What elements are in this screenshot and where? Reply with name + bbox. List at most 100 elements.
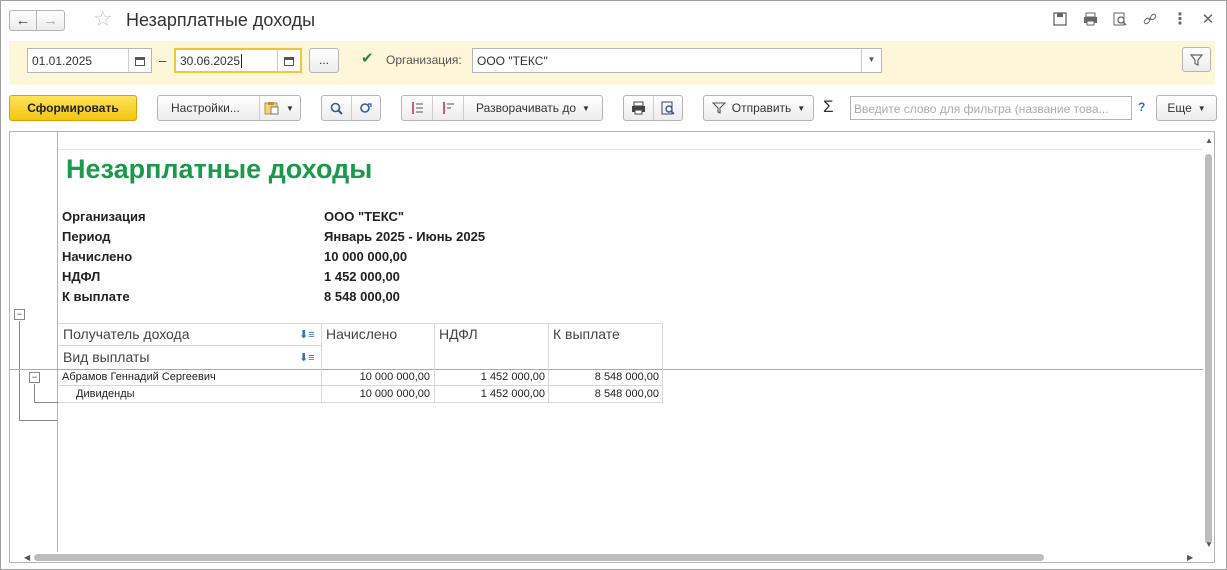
header-label: Организация	[62, 209, 146, 224]
text-cursor	[241, 54, 243, 68]
collapse-all-icon[interactable]	[402, 101, 432, 115]
date-to-field[interactable]: 30.06.2025	[174, 48, 302, 73]
column-header-payment-type[interactable]: Вид выплаты	[63, 349, 149, 365]
report-area[interactable]: Незарплатные доходы Организация ООО "ТЕК…	[9, 131, 1215, 563]
more-button[interactable]: Еще ▼	[1156, 95, 1217, 121]
search-group	[321, 95, 381, 121]
organization-label: Организация:	[386, 53, 462, 67]
group-outline-line	[34, 402, 58, 403]
generate-button[interactable]: Сформировать	[9, 95, 137, 121]
chevron-down-icon: ▼	[1197, 103, 1206, 113]
favorite-star-icon[interactable]: ☆	[93, 8, 113, 30]
row-to-pay[interactable]: 8 548 000,00	[549, 388, 659, 400]
find-icon[interactable]	[322, 102, 351, 115]
filter-icon[interactable]	[1182, 47, 1211, 72]
sum-icon[interactable]: Σ	[823, 97, 834, 117]
expand-to-button[interactable]: Разворачивать до	[464, 101, 576, 115]
back-arrow-icon: ←	[15, 12, 31, 29]
grouping-gutter	[10, 132, 58, 552]
filter-search-input[interactable]: Введите слово для фильтра (название това…	[850, 96, 1132, 120]
report-variant-icon	[264, 102, 279, 115]
vertical-scroll-thumb[interactable]	[1205, 154, 1212, 544]
column-header-recipient[interactable]: Получатель дохода	[63, 326, 190, 342]
header-label: НДФЛ	[62, 269, 101, 284]
column-header-accrued[interactable]: Начислено	[326, 326, 397, 342]
select-period-button[interactable]: ...	[309, 48, 339, 73]
column-header-ndfl[interactable]: НДФЛ	[439, 326, 478, 342]
column-header-to-pay[interactable]: К выплате	[553, 326, 620, 342]
link-icon[interactable]	[1141, 10, 1159, 28]
grouping-group: Разворачивать до ▼	[401, 95, 603, 121]
group-outline-line	[19, 420, 57, 421]
back-button[interactable]: ←	[9, 10, 37, 31]
window-title: Незарплатные доходы	[126, 10, 316, 30]
send-button[interactable]: Отправить ▼	[703, 95, 814, 121]
collapse-row-button[interactable]: −	[29, 372, 40, 383]
variant-dropdown-button[interactable]: ▼	[260, 101, 294, 115]
print-icon[interactable]	[624, 101, 653, 115]
calendar-icon[interactable]	[128, 49, 151, 72]
table-gridline	[662, 323, 663, 403]
header-value: 1 452 000,00	[324, 269, 400, 284]
date-from-field[interactable]: 01.01.2025	[27, 48, 152, 73]
vertical-scrollbar[interactable]: ▲ ▼	[1203, 132, 1214, 552]
report-window: ← → ☆ Незарплатные доходы ⋮ ✕ 01.01.2025…	[0, 0, 1227, 570]
horizontal-scrollbar[interactable]: ◀ ▶	[24, 552, 1204, 562]
forward-arrow-icon: →	[43, 12, 58, 29]
save-icon[interactable]	[1051, 10, 1069, 28]
send-label: Отправить	[731, 101, 792, 115]
table-header-separator	[10, 369, 1203, 370]
organization-checkbox[interactable]: ✔	[361, 51, 376, 67]
group-outline-line	[19, 321, 20, 420]
table-gridline	[58, 345, 322, 346]
date-separator: –	[159, 53, 167, 68]
scroll-left-icon[interactable]: ◀	[24, 553, 30, 562]
header-label: К выплате	[62, 289, 130, 304]
row-accrued[interactable]: 10 000 000,00	[322, 371, 430, 383]
chevron-down-icon: ▼	[582, 103, 590, 113]
print-icon[interactable]	[1081, 10, 1099, 28]
scroll-right-icon[interactable]: ▶	[1187, 553, 1193, 562]
scroll-up-icon[interactable]: ▲	[1205, 136, 1213, 145]
help-icon[interactable]: ?	[1138, 100, 1145, 114]
preview-icon[interactable]	[1111, 10, 1129, 28]
report-title: Незарплатные доходы	[66, 154, 373, 184]
sort-icon[interactable]: ⬇≡	[299, 328, 315, 341]
settings-button[interactable]: Настройки...	[158, 101, 259, 115]
print-group	[623, 95, 683, 121]
row-to-pay[interactable]: 8 548 000,00	[549, 371, 659, 383]
preview-icon[interactable]	[654, 101, 683, 115]
top-ruler	[58, 132, 1203, 150]
chevron-down-icon: ▼	[286, 103, 294, 113]
close-icon[interactable]: ✕	[1199, 10, 1217, 28]
filter-bar: 01.01.2025 – 30.06.2025 ... ✔ Организаци…	[9, 41, 1215, 85]
table-gridline	[58, 402, 662, 403]
sort-icon[interactable]: ⬇≡	[299, 351, 315, 364]
more-label: Еще	[1167, 101, 1192, 115]
date-to-value: 30.06.2025	[180, 54, 241, 68]
header-value: Январь 2025 - Июнь 2025	[324, 229, 486, 244]
chevron-down-icon: ▼	[797, 103, 806, 113]
table-gridline	[58, 323, 662, 324]
horizontal-scroll-thumb[interactable]	[34, 554, 1044, 561]
row-payment-type[interactable]: Дивиденды	[76, 388, 135, 400]
settings-group: Настройки... ▼	[157, 95, 301, 121]
expand-all-icon[interactable]	[433, 101, 463, 115]
calendar-icon[interactable]	[277, 50, 300, 71]
header-label: Начислено	[62, 249, 133, 264]
collapse-group-button[interactable]: −	[14, 309, 25, 320]
chevron-down-icon[interactable]: ▼	[861, 49, 881, 72]
organization-field[interactable]: ООО "ТЕКС" ▼	[472, 48, 882, 73]
header-value: 8 548 000,00	[324, 289, 400, 304]
row-ndfl[interactable]: 1 452 000,00	[435, 371, 545, 383]
organization-value: ООО "ТЕКС"	[477, 54, 548, 68]
row-ndfl[interactable]: 1 452 000,00	[435, 388, 545, 400]
date-from-value: 01.01.2025	[32, 54, 93, 68]
forward-button[interactable]: →	[37, 10, 65, 31]
more-icon[interactable]: ⋮	[1171, 10, 1189, 28]
row-accrued[interactable]: 10 000 000,00	[322, 388, 430, 400]
scroll-down-icon[interactable]: ▼	[1205, 540, 1213, 549]
find-next-icon[interactable]	[352, 102, 381, 115]
row-recipient-name[interactable]: Абрамов Геннадий Сергеевич	[62, 371, 216, 383]
title-bar: ← → ☆ Незарплатные доходы ⋮ ✕	[1, 1, 1226, 39]
